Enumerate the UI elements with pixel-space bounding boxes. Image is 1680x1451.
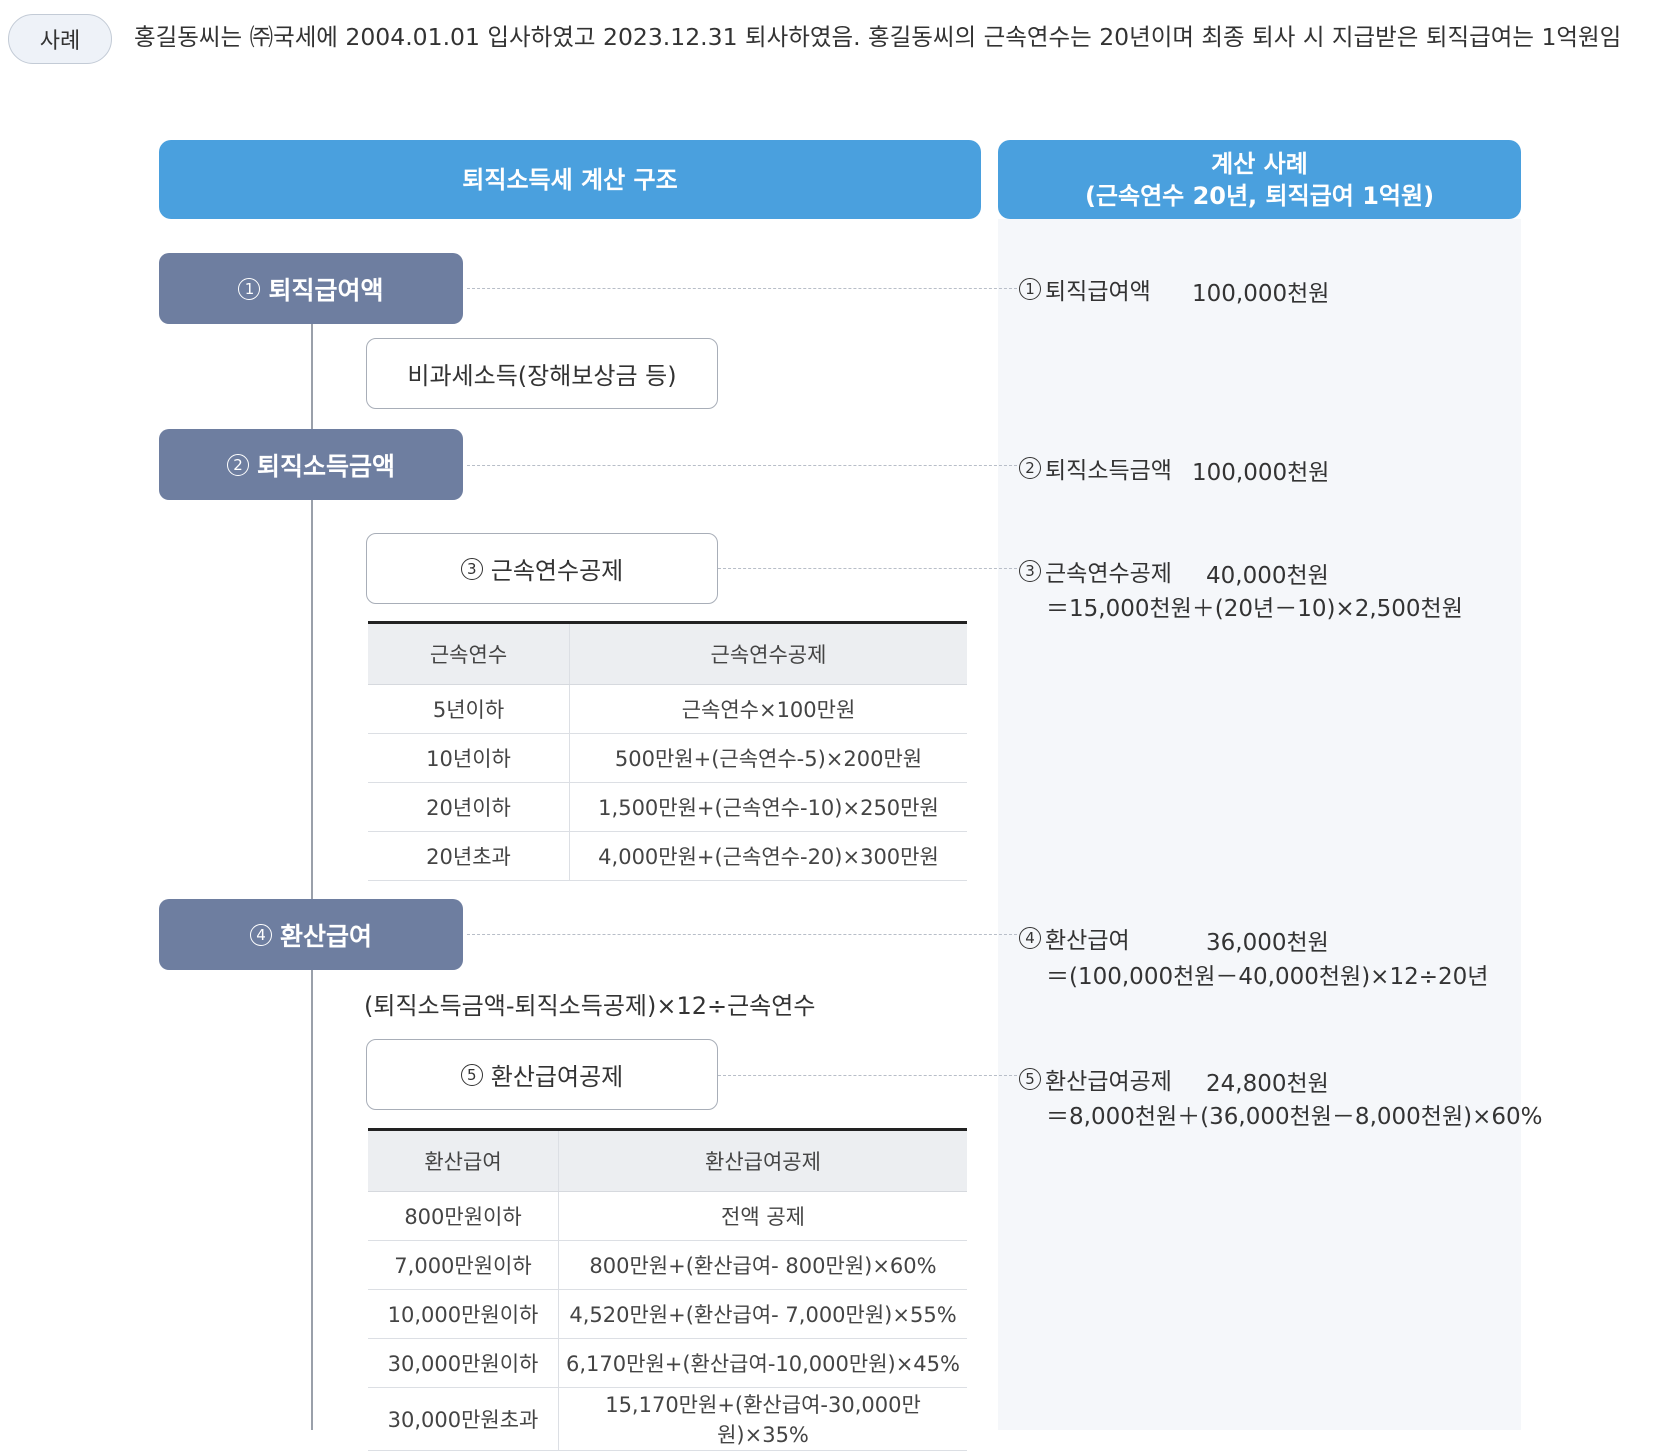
step-2-label: 퇴직소득금액: [256, 451, 395, 481]
example-4-label: 4 환산급여: [1019, 921, 1130, 955]
step-1-box: 1 퇴직급여액: [159, 253, 463, 324]
table-header: 환산급여: [368, 1128, 559, 1192]
structure-header-title: 퇴직소득세 계산 구조: [462, 165, 678, 194]
table-row: 20년이하 1,500만원+(근속연수-10)×250만원: [368, 782, 967, 832]
connector-1: [467, 288, 1017, 289]
table-cell: 10,000만원이하: [368, 1289, 559, 1339]
step-2-number: 2: [226, 453, 249, 476]
example-1-text: 퇴직급여액: [1045, 279, 1151, 305]
example-5-value: 24,800천원: [1206, 1071, 1329, 1097]
nontaxable-label: 비과세소득(장해보상금 등): [407, 362, 677, 390]
structure-header: 퇴직소득세 계산 구조: [159, 140, 981, 219]
table-cell: 5년이하: [368, 684, 570, 734]
service-years-deduction-table: 근속연수 근속연수공제 5년이하 근속연수×100만원 10년이하 500만원+(근…: [368, 621, 967, 881]
example-1-value: 100,000천원: [1192, 281, 1330, 307]
example-5-text: 환산급여공제: [1045, 1069, 1172, 1095]
step-3-box: 3 근속연수공제: [366, 533, 718, 604]
converted-pay-formula: (퇴직소득금액-퇴직소득공제)×12÷근속연수: [364, 992, 816, 1020]
table-header: 근속연수: [368, 621, 570, 685]
table-cell: 10년이하: [368, 733, 570, 783]
step-3-number: 3: [460, 557, 483, 580]
table-row: 10년이하 500만원+(근속연수-5)×200만원: [368, 733, 967, 783]
table-cell: 30,000만원이하: [368, 1338, 559, 1388]
step-4-number: 4: [249, 923, 272, 946]
example-3-number: 3: [1019, 560, 1041, 582]
table-row: 7,000만원이하 800만원+(환산급여- 800만원)×60%: [368, 1240, 967, 1290]
example-panel: [998, 219, 1521, 1430]
table-cell: 근속연수×100만원: [569, 684, 967, 734]
table-cell: 4,520만원+(환산급여- 7,000만원)×55%: [558, 1289, 967, 1339]
example-3-label: 3 근속연수공제: [1019, 554, 1172, 588]
example-4-text: 환산급여: [1045, 928, 1130, 954]
converted-pay-deduction-table: 환산급여 환산급여공제 800만원이하 전액 공제 7,000만원이하 800만원+…: [368, 1128, 967, 1451]
nontaxable-box: 비과세소득(장해보상금 등): [366, 338, 718, 409]
example-3-formula: ＝15,000천원＋(20년－10)×2,500천원: [1046, 596, 1463, 622]
table-cell: 800만원이하: [368, 1191, 559, 1241]
example-3-text: 근속연수공제: [1045, 561, 1172, 587]
step-2-box: 2 퇴직소득금액: [159, 429, 463, 500]
example-2-label: 2 퇴직소득금액: [1019, 451, 1172, 485]
table-cell: 6,170만원+(환산급여-10,000만원)×45%: [558, 1338, 967, 1388]
table-header-row: 환산급여 환산급여공제: [368, 1128, 967, 1192]
table-cell: 7,000만원이하: [368, 1240, 559, 1290]
example-1-number: 1: [1019, 278, 1041, 300]
step-5-box: 5 환산급여공제: [366, 1039, 718, 1110]
connector-3: [718, 568, 1017, 569]
example-3-value: 40,000천원: [1206, 563, 1329, 589]
example-4-value: 36,000천원: [1206, 930, 1329, 956]
example-header-title: 계산 사례: [1211, 149, 1308, 178]
example-2-text: 퇴직소득금액: [1045, 458, 1172, 484]
table-header-row: 근속연수 근속연수공제: [368, 621, 967, 685]
table-cell: 전액 공제: [558, 1191, 967, 1241]
example-4-formula: ＝(100,000천원－40,000천원)×12÷20년: [1046, 964, 1489, 990]
example-4-number: 4: [1019, 927, 1041, 949]
step-3-label: 근속연수공제: [490, 557, 624, 585]
example-2-number: 2: [1019, 457, 1041, 479]
table-cell: 20년이하: [368, 782, 570, 832]
table-header: 근속연수공제: [569, 621, 967, 685]
example-1-label: 1 퇴직급여액: [1019, 272, 1151, 306]
table-header: 환산급여공제: [558, 1128, 967, 1192]
table-row: 5년이하 근속연수×100만원: [368, 684, 967, 734]
connector-4: [467, 934, 1017, 935]
example-5-number: 5: [1019, 1068, 1041, 1090]
table-row: 10,000만원이하 4,520만원+(환산급여- 7,000만원)×55%: [368, 1289, 967, 1339]
example-5-formula: ＝8,000천원＋(36,000천원－8,000천원)×60%: [1046, 1104, 1543, 1130]
example-header: 계산 사례 (근속연수 20년, 퇴직급여 1억원): [998, 140, 1521, 219]
table-row: 800만원이하 전액 공제: [368, 1191, 967, 1241]
connector-2: [467, 465, 1017, 466]
step-4-box: 4 환산급여: [159, 899, 463, 970]
step-4-label: 환산급여: [279, 921, 372, 951]
example-header-subtitle: (근속연수 20년, 퇴직급여 1억원): [1084, 181, 1435, 210]
table-cell: 500만원+(근속연수-5)×200만원: [569, 733, 967, 783]
step-1-label: 퇴직급여액: [268, 275, 384, 305]
step-5-label: 환산급여공제: [490, 1063, 624, 1091]
table-row: 30,000만원이하 6,170만원+(환산급여-10,000만원)×45%: [368, 1338, 967, 1388]
table-row: 20년초과 4,000만원+(근속연수-20)×300만원: [368, 831, 967, 881]
example-2-value: 100,000천원: [1192, 460, 1330, 486]
table-cell: 800만원+(환산급여- 800만원)×60%: [558, 1240, 967, 1290]
connector-5: [718, 1075, 1017, 1076]
table-cell: 20년초과: [368, 831, 570, 881]
step-5-number: 5: [460, 1063, 483, 1086]
table-cell: 30,000만원초과: [368, 1387, 559, 1451]
case-description: 홍길동씨는 ㈜국세에 2004.01.01 입사하였고 2023.12.31 퇴…: [134, 23, 1622, 51]
case-badge: 사례: [8, 14, 112, 64]
step-1-number: 1: [238, 277, 261, 300]
table-cell: 15,170만원+(환산급여-30,000만원)×35%: [558, 1387, 967, 1451]
table-row: 30,000만원초과 15,170만원+(환산급여-30,000만원)×35%: [368, 1387, 967, 1451]
table-cell: 4,000만원+(근속연수-20)×300만원: [569, 831, 967, 881]
example-5-label: 5 환산급여공제: [1019, 1062, 1172, 1096]
table-cell: 1,500만원+(근속연수-10)×250만원: [569, 782, 967, 832]
